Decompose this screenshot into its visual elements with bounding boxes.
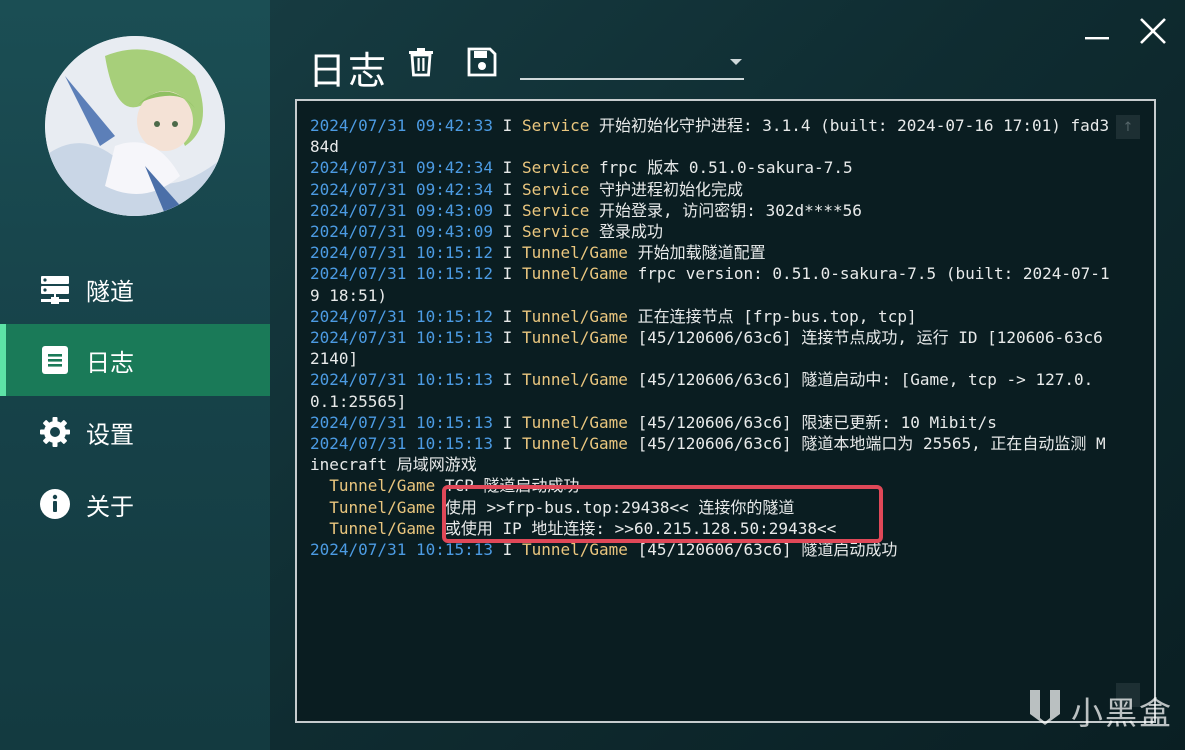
log-timestamp: 2024/07/31 10:15:13 (310, 370, 494, 390)
log-line: 2024/07/31 09:42:34 I Service frpc 版本 0.… (310, 157, 1110, 178)
log-level: I (502, 434, 513, 454)
log-tag: Tunnel/Game (310, 476, 436, 496)
log-tag: Tunnel/Game (521, 243, 628, 263)
avatar-image (45, 36, 225, 216)
log-level: I (502, 200, 513, 220)
watermark-text: 小黑盒 (1070, 694, 1173, 732)
log-message: frpc 版本 0.51.0-sakura-7.5 (599, 158, 853, 178)
sidebar-item-logs[interactable]: 日志 (0, 324, 270, 396)
log-tag: Service (521, 179, 590, 199)
log-timestamp: 2024/07/31 09:42:34 (310, 179, 494, 199)
sidebar-item-label: 隧道 (86, 277, 134, 306)
scroll-up-icon[interactable]: ↑ (1116, 115, 1140, 139)
log-timestamp: 2024/07/31 09:43:09 (310, 222, 494, 242)
close-button[interactable] (1136, 16, 1170, 50)
watermark-logo-icon (1027, 688, 1063, 734)
log-timestamp: 2024/07/31 10:15:13 (310, 412, 494, 432)
log-timestamp: 2024/07/31 09:42:33 (310, 116, 494, 135)
main-panel: 日志 2024/07/31 09:42:33 I Service 开始初始化守护… (270, 0, 1185, 750)
watermark: 小黑盒 (1027, 688, 1173, 734)
clear-log-button[interactable] (401, 44, 441, 84)
info-icon (38, 487, 72, 521)
log-message: [45/120606/63c6] 限速已更新: 10 Mibit/s (637, 412, 997, 432)
log-message: 守护进程初始化完成 (599, 179, 744, 199)
log-tag: Tunnel/Game (310, 518, 436, 538)
log-line: 2024/07/31 09:42:34 I Service 守护进程初始化完成 (310, 179, 1110, 200)
log-message: 开始登录, 访问密钥: 302d****56 (599, 200, 862, 220)
log-timestamp: 2024/07/31 10:15:12 (310, 306, 494, 326)
sidebar-item-tunnels[interactable]: 隧道 (0, 253, 270, 325)
close-icon (1139, 17, 1167, 49)
log-timestamp: 2024/07/31 10:15:12 (310, 264, 494, 284)
document-icon (38, 343, 72, 377)
trash-icon (407, 47, 435, 81)
sidebar-item-settings[interactable]: 设置 (0, 396, 270, 468)
log-level: I (502, 412, 513, 432)
log-level: I (502, 158, 513, 178)
log-message: 正在连接节点 [frp-bus.top, tcp] (637, 306, 917, 326)
log-tag: Tunnel/Game (521, 328, 628, 348)
log-tag: Tunnel/Game (521, 264, 628, 284)
page-title: 日志 (308, 49, 389, 93)
log-line: 2024/07/31 10:15:12 I Tunnel/Game frpc v… (310, 263, 1110, 305)
log-line: 2024/07/31 10:15:13 I Tunnel/Game [45/12… (310, 327, 1110, 369)
server-icon (38, 272, 72, 306)
log-timestamp: 2024/07/31 10:15:13 (310, 434, 494, 454)
log-tag: Tunnel/Game (310, 497, 436, 517)
minimize-icon (1084, 18, 1110, 48)
log-level: I (502, 179, 513, 199)
log-line: 2024/07/31 09:43:09 I Service 登录成功 (310, 221, 1110, 242)
log-line: 2024/07/31 10:15:13 I Tunnel/Game [45/12… (310, 369, 1110, 411)
chevron-down-icon (730, 59, 742, 65)
log-level: I (502, 222, 513, 242)
save-icon (467, 47, 497, 81)
save-log-button[interactable] (462, 44, 502, 84)
sidebar-item-about[interactable]: 关于 (0, 468, 270, 540)
log-message: 登录成功 (599, 222, 664, 242)
sidebar: 隧道 日志 设置 关于 (0, 0, 270, 750)
log-tag: Tunnel/Game (521, 412, 628, 432)
log-level: I (502, 243, 513, 263)
sidebar-item-label: 设置 (86, 420, 134, 449)
log-line: 2024/07/31 10:15:13 I Tunnel/Game [45/12… (310, 433, 1110, 475)
avatar[interactable] (45, 36, 225, 216)
log-line: 2024/07/31 09:42:33 I Service 开始初始化守护进程:… (310, 115, 1110, 157)
log-tag: Service (521, 158, 590, 178)
log-level: I (502, 370, 513, 390)
log-message: 开始加载隧道配置 (637, 243, 766, 263)
sidebar-item-label: 日志 (86, 348, 134, 377)
log-timestamp: 2024/07/31 09:42:34 (310, 158, 494, 178)
log-tag: Tunnel/Game (521, 306, 628, 326)
log-line: 2024/07/31 10:15:12 I Tunnel/Game 正在连接节点… (310, 306, 1110, 327)
log-tag: Service (521, 116, 590, 135)
log-tag: Tunnel/Game (521, 434, 628, 454)
log-tag: Tunnel/Game (521, 370, 628, 390)
highlight-box (442, 485, 883, 543)
log-filter-select[interactable] (520, 48, 744, 80)
log-line: 2024/07/31 09:43:09 I Service 开始登录, 访问密钥… (310, 200, 1110, 221)
gear-icon (38, 415, 72, 449)
log-line: 2024/07/31 10:15:12 I Tunnel/Game 开始加载隧道… (310, 242, 1110, 263)
log-timestamp: 2024/07/31 09:43:09 (310, 200, 494, 220)
log-panel[interactable]: 2024/07/31 09:42:33 I Service 开始初始化守护进程:… (295, 99, 1156, 723)
log-level: I (502, 116, 513, 135)
log-level: I (502, 264, 513, 284)
log-tag: Service (521, 200, 590, 220)
log-line: 2024/07/31 10:15:13 I Tunnel/Game [45/12… (310, 412, 1110, 433)
log-level: I (502, 328, 513, 348)
log-timestamp: 2024/07/31 10:15:13 (310, 328, 494, 348)
log-level: I (502, 306, 513, 326)
sidebar-item-label: 关于 (86, 492, 134, 521)
log-tag: Service (521, 222, 590, 242)
minimize-button[interactable] (1080, 16, 1114, 50)
log-timestamp: 2024/07/31 10:15:12 (310, 243, 494, 263)
